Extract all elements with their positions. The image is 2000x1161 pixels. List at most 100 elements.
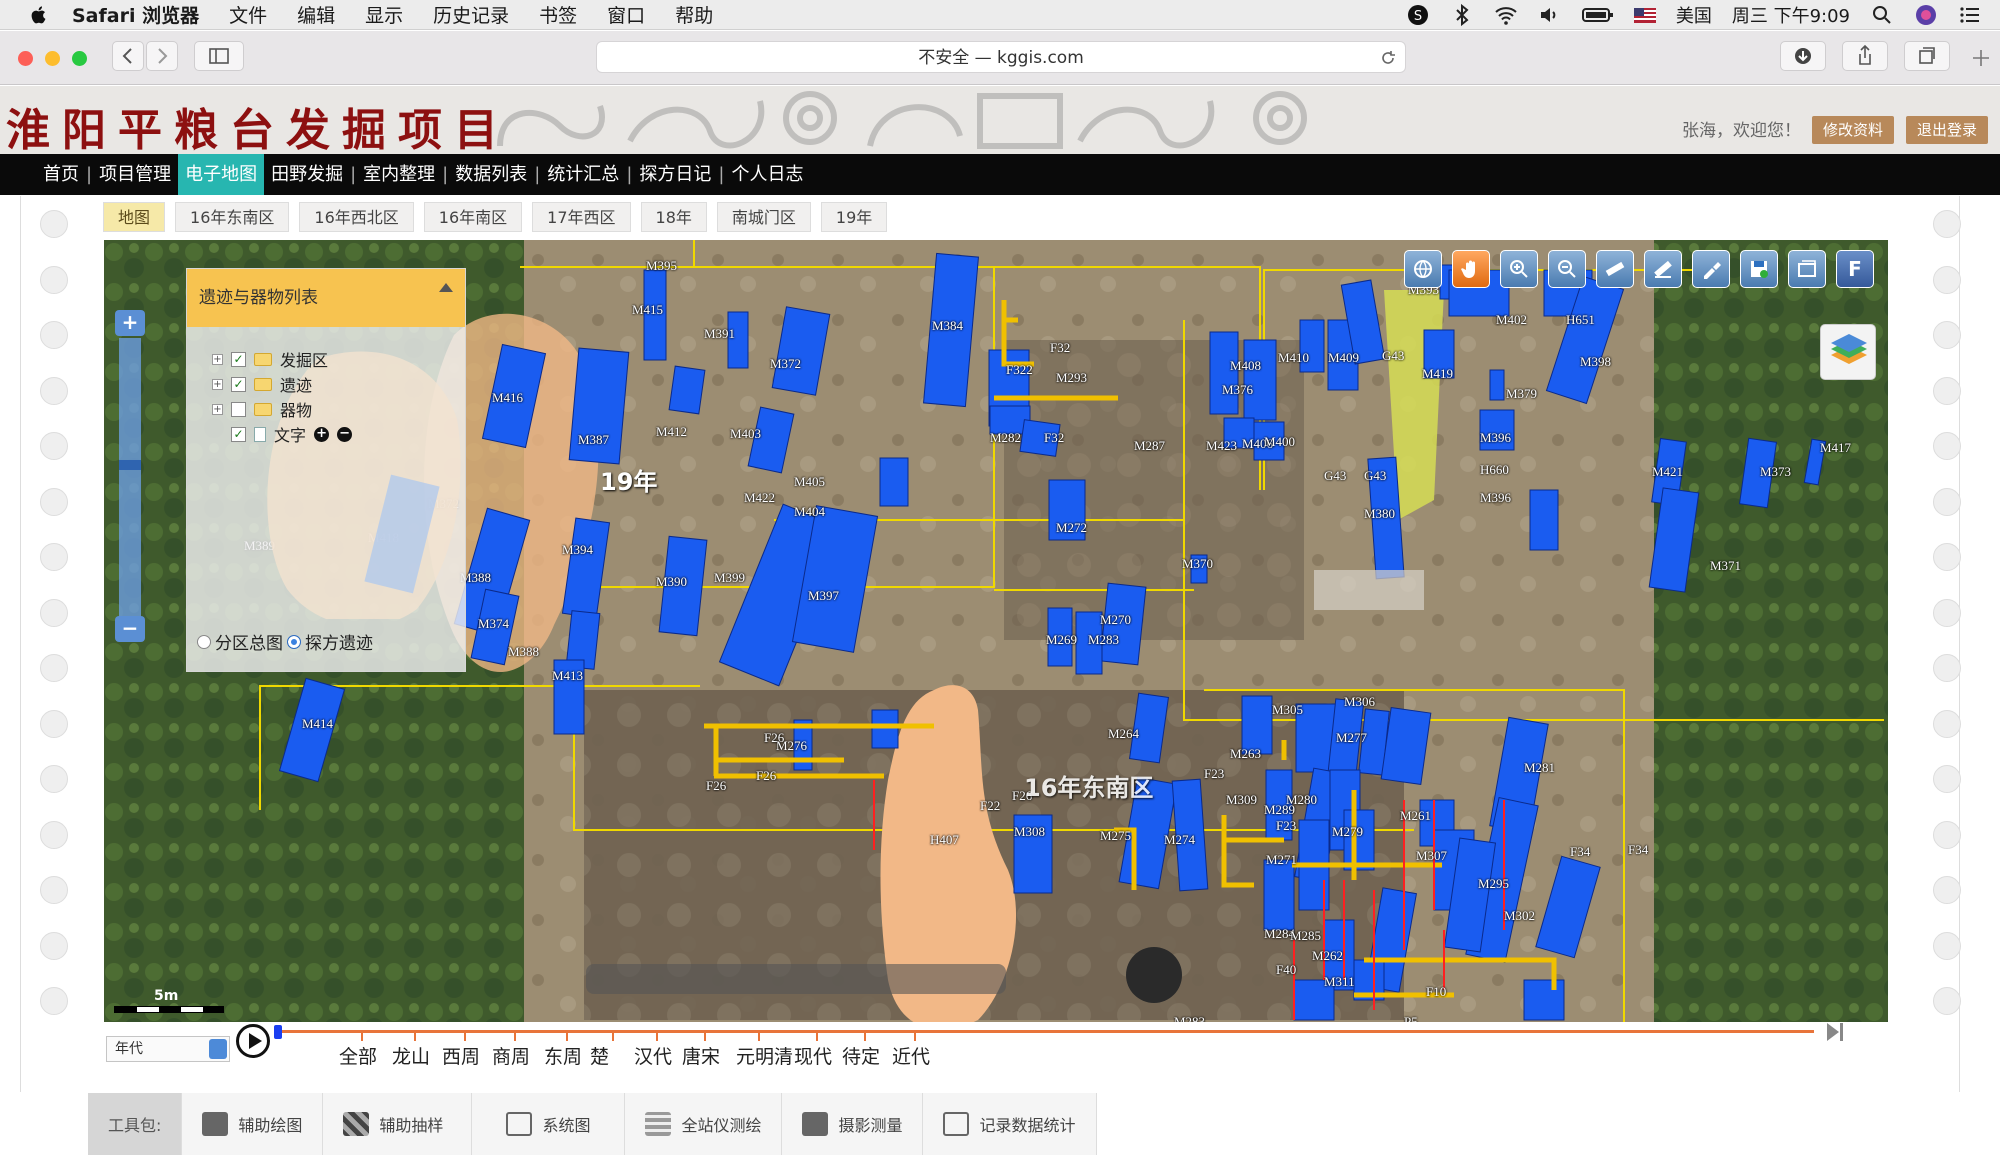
apple-icon[interactable] xyxy=(28,4,50,26)
decrease-text-icon[interactable]: − xyxy=(337,426,353,442)
system-diagram-button[interactable]: 系统图 xyxy=(472,1093,626,1155)
feature-label[interactable]: F10 xyxy=(1426,984,1446,1000)
feature-label[interactable]: M283 xyxy=(1174,1014,1205,1022)
feature-label[interactable]: F26 xyxy=(756,768,776,784)
era-label[interactable]: 商周 xyxy=(492,1042,530,1069)
tree-expand-icon[interactable]: + xyxy=(212,403,223,415)
tree-expand-icon[interactable]: + xyxy=(212,378,223,390)
increase-text-icon[interactable]: + xyxy=(314,426,330,442)
tab-16-northwest[interactable]: 16年西北区 xyxy=(299,202,414,232)
feature-label[interactable]: M261 xyxy=(1400,808,1431,824)
feature-label[interactable]: M415 xyxy=(632,302,663,318)
feature-label[interactable]: M270 xyxy=(1100,612,1131,628)
nav-trench-diary[interactable]: 探方日记 xyxy=(632,154,718,195)
nav-statistics[interactable]: 统计汇总 xyxy=(540,154,626,195)
feature-label[interactable]: M416 xyxy=(492,390,523,406)
feature-label[interactable]: M371 xyxy=(1710,558,1741,574)
feature-label[interactable]: M396 xyxy=(1480,430,1511,446)
menu-app-name[interactable]: Safari 浏览器 xyxy=(72,1,199,28)
feature-label[interactable]: M271 xyxy=(1266,852,1297,868)
volume-icon[interactable] xyxy=(1538,3,1562,27)
era-label[interactable]: 唐宋 xyxy=(682,1042,720,1069)
era-label[interactable]: 楚 xyxy=(590,1042,609,1069)
collapse-arrow-icon[interactable] xyxy=(439,283,453,292)
feature-label[interactable]: F23 xyxy=(1204,766,1224,782)
feature-label[interactable]: M397 xyxy=(808,588,839,604)
feature-label[interactable]: M281 xyxy=(1524,760,1555,776)
feature-label[interactable]: M262 xyxy=(1312,948,1343,964)
excavation-map[interactable]: M395 M415 M391 M372 M416 M387 M412 M403 M405 M422… xyxy=(104,240,1888,1022)
nav-indoor-processing[interactable]: 室内整理 xyxy=(356,154,442,195)
menu-history[interactable]: 历史记录 xyxy=(433,1,509,28)
feature-label[interactable]: M379 xyxy=(1506,386,1537,402)
zoom-slider-handle[interactable] xyxy=(119,460,141,470)
feature-label[interactable]: M399 xyxy=(714,570,745,586)
feature-label[interactable]: M277 xyxy=(1336,730,1367,746)
feature-label[interactable]: M394 xyxy=(562,542,593,558)
feature-label[interactable]: F26 xyxy=(706,778,726,794)
feature-label[interactable]: M376 xyxy=(1222,382,1253,398)
measure-area-button[interactable] xyxy=(1644,250,1682,288)
feature-label[interactable]: G43 xyxy=(1382,348,1404,364)
tab-18[interactable]: 18年 xyxy=(640,202,707,232)
feature-label[interactable]: M274 xyxy=(1164,832,1195,848)
record-statistics-button[interactable]: 记录数据统计 xyxy=(923,1093,1097,1155)
feature-label[interactable]: M388 xyxy=(508,644,539,660)
globe-tool-button[interactable] xyxy=(1404,250,1442,288)
menu-view[interactable]: 显示 xyxy=(365,1,403,28)
sidebar-toggle-button[interactable] xyxy=(194,41,244,71)
feature-label[interactable]: F32 xyxy=(1044,430,1064,446)
era-label[interactable]: 现代 xyxy=(794,1042,832,1069)
era-label[interactable]: 龙山 xyxy=(392,1042,430,1069)
save-map-button[interactable] xyxy=(1740,250,1778,288)
notification-center-icon[interactable] xyxy=(1958,3,1982,27)
tree-item-excavation-area[interactable]: + ✓ 发掘区 xyxy=(212,347,328,371)
total-station-button[interactable]: 全站仪测绘 xyxy=(625,1093,783,1155)
forward-button[interactable] xyxy=(146,41,178,71)
feature-label[interactable]: M380 xyxy=(1364,506,1395,522)
feature-label[interactable]: F322 xyxy=(1006,362,1033,378)
feature-label[interactable]: M396 xyxy=(1480,490,1511,506)
pan-tool-button[interactable] xyxy=(1452,250,1490,288)
zoom-in-tool-button[interactable] xyxy=(1500,250,1538,288)
feature-label[interactable]: M405 xyxy=(794,474,825,490)
logout-button[interactable]: 退出登录 xyxy=(1906,116,1988,144)
feature-label[interactable]: M384 xyxy=(932,318,963,334)
bluetooth-icon[interactable] xyxy=(1450,3,1474,27)
tab-overview-button[interactable] xyxy=(1904,41,1950,71)
era-label[interactable]: 西周 xyxy=(442,1042,480,1069)
feature-label[interactable]: F23 xyxy=(1276,818,1296,834)
era-select[interactable]: 年代 xyxy=(106,1036,230,1062)
feature-label[interactable]: M372 xyxy=(770,356,801,372)
feature-label[interactable]: M295 xyxy=(1478,876,1509,892)
feature-label[interactable]: F22 xyxy=(980,798,1000,814)
input-source-label[interactable]: 美国 xyxy=(1676,2,1712,28)
zoom-in-button[interactable]: + xyxy=(115,310,145,336)
tab-19[interactable]: 19年 xyxy=(820,202,888,232)
feature-label[interactable]: H660 xyxy=(1480,462,1509,478)
share-button[interactable] xyxy=(1842,41,1888,71)
feature-label[interactable]: M391 xyxy=(704,326,735,342)
feature-label[interactable]: M285 xyxy=(1290,928,1321,944)
tree-expand-icon[interactable]: + xyxy=(212,353,223,365)
feature-label[interactable]: M275 xyxy=(1100,828,1131,844)
menu-edit[interactable]: 编辑 xyxy=(297,1,335,28)
feature-label[interactable]: M409 xyxy=(1328,350,1359,366)
photogrammetry-button[interactable]: 摄影测量 xyxy=(782,1093,924,1155)
feature-label[interactable]: F34 xyxy=(1628,842,1648,858)
radio-district-overview[interactable] xyxy=(197,634,211,649)
feature-label[interactable]: M289 xyxy=(1264,802,1295,818)
menu-window[interactable]: 窗口 xyxy=(607,1,645,28)
feature-label[interactable]: M308 xyxy=(1014,824,1045,840)
zoom-slider-track[interactable] xyxy=(119,338,141,616)
tree-item-text[interactable]: ✓ 文字 + − xyxy=(231,422,353,446)
feature-label[interactable]: M307 xyxy=(1416,848,1447,864)
layer-switcher-button[interactable] xyxy=(1820,324,1876,380)
address-bar[interactable]: 不安全 — kggis.com xyxy=(596,41,1406,73)
feature-label[interactable]: M370 xyxy=(1182,556,1213,572)
back-button[interactable] xyxy=(112,41,144,71)
menubar-clock[interactable]: 周三 下午9:09 xyxy=(1732,2,1850,28)
auxiliary-sampling-button[interactable]: 辅助抽样 xyxy=(323,1093,473,1155)
tab-16-south[interactable]: 16年南区 xyxy=(423,202,523,232)
feature-label[interactable]: M287 xyxy=(1134,438,1165,454)
